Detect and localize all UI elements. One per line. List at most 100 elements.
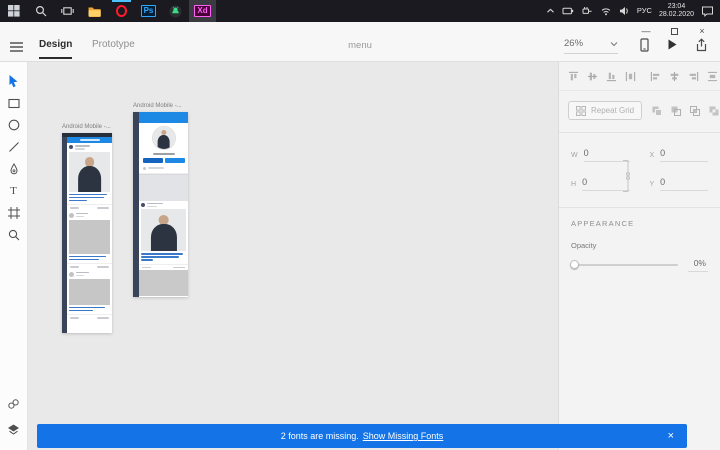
design-canvas[interactable]: Android Mobile -... Android Mobile -... [28, 62, 558, 450]
adobe-xd-icon: Xd [194, 5, 211, 17]
align-vertical-center-button[interactable] [587, 71, 598, 82]
xd-header: — × Design Prototype menu 26% [0, 22, 720, 62]
align-top-button[interactable] [568, 71, 579, 82]
start-button[interactable] [0, 0, 27, 22]
align-right-button[interactable] [688, 71, 699, 82]
align-horizontal-center-button[interactable] [669, 71, 680, 82]
maximize-button[interactable] [660, 23, 688, 39]
y-field[interactable]: Y 0 [649, 177, 708, 191]
opera-browser-button[interactable] [108, 0, 135, 22]
file-explorer-button[interactable] [81, 0, 108, 22]
share-export-button[interactable] [695, 38, 708, 52]
language-indicator[interactable]: РУС [637, 6, 652, 15]
artboard-tool[interactable] [0, 202, 27, 224]
post-photo [141, 209, 186, 251]
post-meta [67, 314, 112, 321]
photoshop-button[interactable]: Ps [135, 0, 162, 22]
hamburger-menu-icon[interactable] [9, 41, 24, 53]
boolean-intersect-button[interactable] [689, 105, 701, 117]
artboard-2[interactable] [133, 112, 188, 297]
android-studio-icon [169, 5, 182, 18]
opacity-value[interactable]: 0% [688, 258, 708, 272]
x-field[interactable]: X 0 [650, 148, 708, 162]
post-photo-placeholder [69, 278, 110, 305]
width-field[interactable]: W 0 [571, 148, 630, 162]
post-caption [139, 251, 188, 263]
distribute-vertical-button[interactable] [625, 71, 636, 82]
repeat-grid-button[interactable]: Repeat Grid [568, 101, 643, 120]
content-placeholder [139, 270, 188, 296]
task-view-button[interactable] [54, 0, 81, 22]
avatar [69, 271, 74, 277]
assets-panel-button[interactable] [0, 398, 27, 410]
minimize-button[interactable]: — [632, 23, 660, 39]
post-header [67, 270, 112, 279]
pen-tool[interactable] [0, 158, 27, 180]
clock-date: 28.02.2020 [658, 11, 694, 18]
task-view-icon [61, 5, 74, 17]
close-button[interactable]: × [688, 23, 716, 39]
height-field[interactable]: H 0 [571, 177, 630, 191]
zoom-tool[interactable] [0, 224, 27, 246]
post-photo [69, 151, 110, 192]
tab-prototype[interactable]: Prototype [92, 39, 135, 57]
tab-design[interactable]: Design [39, 39, 73, 59]
app-bar [139, 112, 188, 123]
text-tool[interactable]: T [0, 180, 27, 202]
opacity-slider-knob[interactable] [570, 260, 579, 269]
artboard-2-label[interactable]: Android Mobile -... [133, 103, 182, 109]
appearance-section: APPEARANCE Opacity 0% [559, 208, 720, 283]
network-wifi-icon[interactable] [600, 6, 612, 16]
app-bar-title [79, 138, 100, 142]
appearance-title: APPEARANCE [571, 219, 635, 228]
action-center-icon[interactable] [701, 5, 714, 17]
battery-icon[interactable] [562, 6, 574, 16]
boolean-add-button[interactable] [651, 105, 663, 117]
distribute-horizontal-button[interactable] [707, 71, 718, 82]
line-tool[interactable] [0, 136, 27, 158]
align-left-button[interactable] [650, 71, 661, 82]
adobe-xd-button[interactable]: Xd [189, 0, 216, 22]
plug-connection-icon[interactable] [581, 6, 593, 16]
lock-aspect-link-icon[interactable] [622, 159, 632, 193]
zoom-level-dropdown[interactable]: 26% [564, 38, 618, 54]
post-caption [67, 254, 112, 263]
clock-time: 23:04 [667, 2, 686, 10]
avatar [69, 145, 73, 150]
taskbar-search-button[interactable] [27, 0, 54, 22]
opacity-slider[interactable] [570, 260, 678, 269]
document-title: menu [348, 40, 372, 51]
opacity-label: Opacity [571, 241, 597, 250]
text-tool-icon: T [10, 185, 17, 197]
y-label: Y [649, 181, 655, 188]
artboard-1[interactable] [62, 133, 112, 333]
zoom-level-value: 26% [564, 38, 584, 49]
rectangle-tool[interactable] [0, 92, 27, 114]
show-hidden-icons-chevron[interactable] [546, 7, 555, 15]
post-header [139, 201, 188, 210]
alignment-toolbar [559, 62, 720, 91]
avatar [69, 212, 74, 218]
align-bottom-button[interactable] [606, 71, 617, 82]
android-studio-button[interactable] [162, 0, 189, 22]
missing-fonts-banner: 2 fonts are missing. Show Missing Fonts … [37, 424, 687, 448]
message-button [164, 157, 185, 163]
boolean-exclude-button[interactable] [708, 105, 720, 117]
taskbar-clock[interactable]: 23:04 28.02.2020 [659, 3, 694, 20]
volume-icon[interactable] [619, 6, 630, 16]
show-missing-fonts-link[interactable]: Show Missing Fonts [363, 431, 444, 441]
photoshop-icon: Ps [140, 5, 157, 17]
layers-panel-button[interactable] [0, 423, 27, 436]
banner-close-icon[interactable]: × [668, 430, 674, 442]
boolean-subtract-button[interactable] [670, 105, 682, 117]
tools-panel: T [0, 62, 28, 450]
select-tool[interactable] [0, 70, 27, 92]
artboard-1-label[interactable]: Android Mobile -... [62, 124, 111, 130]
object-toolbar: Repeat Grid [559, 91, 720, 133]
x-value[interactable]: 0 [660, 148, 708, 162]
desktop-preview-play-button[interactable] [666, 38, 678, 51]
y-value[interactable]: 0 [660, 177, 708, 191]
post-caption [67, 192, 112, 204]
ellipse-tool[interactable] [0, 114, 27, 136]
device-preview-button[interactable] [639, 38, 650, 52]
